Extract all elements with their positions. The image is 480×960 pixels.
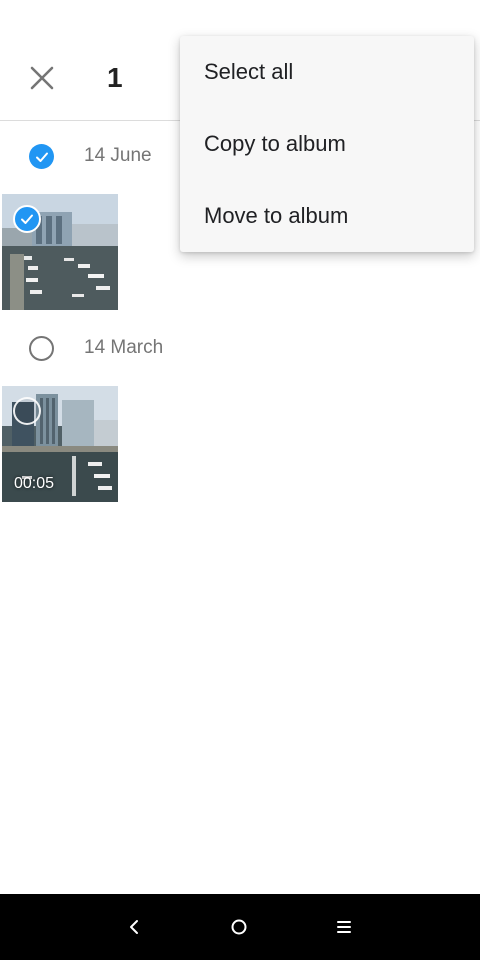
close-button[interactable] bbox=[20, 56, 64, 100]
nav-home-button[interactable] bbox=[222, 910, 256, 944]
group-date-label: 14 June bbox=[84, 145, 152, 166]
group-date-label: 14 March bbox=[84, 337, 164, 358]
menu-icon bbox=[337, 921, 351, 933]
video-duration: 00:05 bbox=[14, 475, 55, 492]
date-group-header: 14 March bbox=[0, 324, 480, 372]
system-navigation-bar bbox=[0, 894, 480, 960]
home-icon bbox=[231, 919, 247, 935]
media-thumbnail[interactable] bbox=[2, 194, 118, 310]
menu-item-move-to-album[interactable]: Move to album bbox=[180, 180, 474, 252]
selected-count: 1 bbox=[107, 62, 123, 93]
group-select-checkbox[interactable] bbox=[29, 144, 54, 169]
menu-item-select-all[interactable]: Select all bbox=[180, 36, 474, 108]
item-select-checkbox[interactable] bbox=[13, 205, 41, 233]
item-select-checkbox[interactable] bbox=[13, 397, 41, 425]
media-thumbnail[interactable]: 00:05 bbox=[2, 386, 118, 502]
overflow-menu: Select all Copy to album Move to album bbox=[180, 36, 474, 252]
nav-menu-button[interactable] bbox=[327, 910, 361, 944]
checkmark-icon bbox=[21, 214, 33, 224]
back-icon bbox=[130, 920, 138, 934]
nav-back-button[interactable] bbox=[117, 910, 151, 944]
group-select-checkbox[interactable] bbox=[29, 336, 54, 361]
close-icon bbox=[30, 66, 54, 90]
menu-item-copy-to-album[interactable]: Copy to album bbox=[180, 108, 474, 180]
checkmark-icon bbox=[35, 152, 48, 162]
